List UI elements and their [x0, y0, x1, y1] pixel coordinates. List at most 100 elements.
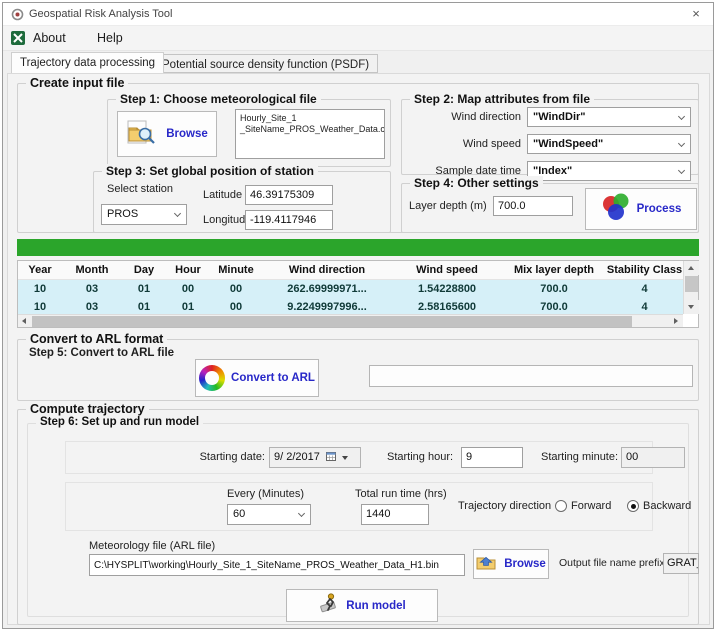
- latitude-label: Latitude: [203, 189, 242, 201]
- run-model-label: Run model: [346, 600, 405, 612]
- col-minute: Minute: [210, 261, 262, 279]
- chevron-down-icon: [342, 456, 348, 460]
- col-day: Day: [122, 261, 166, 279]
- col-mix-layer-depth: Mix layer depth: [502, 261, 606, 279]
- cell: 03: [62, 280, 122, 298]
- starting-hour-label: Starting hour:: [387, 451, 453, 463]
- total-run-time-label: Total run time (hrs): [355, 488, 447, 500]
- forward-label: Forward: [571, 500, 611, 512]
- starting-hour-field[interactable]: 9: [461, 447, 523, 468]
- scroll-right-icon[interactable]: [669, 315, 683, 327]
- runner-icon: [318, 592, 340, 619]
- col-month: Month: [62, 261, 122, 279]
- station-select[interactable]: PROS: [101, 204, 187, 225]
- horizontal-scroll-thumb[interactable]: [32, 316, 632, 327]
- wind-direction-label: Wind direction: [407, 111, 521, 123]
- backward-radio[interactable]: [627, 500, 639, 512]
- convert-to-arl-button[interactable]: Convert to ARL: [195, 359, 319, 397]
- step2-title: Step 2: Map attributes from file: [410, 92, 594, 106]
- rgb-spheres-icon: [601, 193, 631, 226]
- close-icon[interactable]: ×: [679, 3, 713, 26]
- vertical-scroll-thumb[interactable]: [685, 276, 698, 292]
- backward-label: Backward: [643, 500, 691, 512]
- latitude-field[interactable]: 46.39175309: [245, 185, 333, 205]
- scroll-left-icon[interactable]: [18, 315, 32, 327]
- browse-arl-label: Browse: [504, 558, 546, 570]
- wind-speed-select[interactable]: "WindSpeed": [527, 134, 691, 154]
- chevron-down-icon: [678, 167, 685, 174]
- chevron-down-icon: [298, 510, 305, 517]
- layer-depth-field[interactable]: 700.0: [493, 196, 573, 216]
- tab-trajectory-data-processing[interactable]: Trajectory data processing: [11, 52, 164, 73]
- starting-date-label: Starting date:: [165, 451, 265, 463]
- tab-strip: Trajectory data processing Potential sou…: [3, 51, 713, 74]
- every-minutes-select[interactable]: 60: [227, 504, 311, 525]
- scroll-up-icon[interactable]: [684, 261, 699, 275]
- table-row[interactable]: 10 03 01 00 00 262.69999971... 1.5422880…: [18, 280, 683, 298]
- layer-depth-label: Layer depth (m): [409, 200, 487, 212]
- step4-title: Step 4: Other settings: [410, 176, 543, 190]
- starting-date-value: 9/ 2/2017: [274, 451, 320, 463]
- convert-to-arl-label: Convert to ARL: [231, 372, 315, 384]
- total-run-time-field[interactable]: 1440: [361, 504, 429, 525]
- chevron-down-icon: [678, 140, 685, 147]
- title-bar: Geospatial Risk Analysis Tool ×: [3, 3, 713, 26]
- cell: 00: [166, 280, 210, 298]
- weather-data-table[interactable]: Year Month Day Hour Minute Wind directio…: [17, 260, 699, 328]
- table-header-row: Year Month Day Hour Minute Wind directio…: [18, 261, 683, 280]
- chevron-down-icon: [174, 210, 181, 217]
- col-hour: Hour: [166, 261, 210, 279]
- convert-arl-title: Convert to ARL format: [26, 332, 167, 346]
- calendar-icon: [326, 451, 339, 463]
- window-title: Geospatial Risk Analysis Tool: [29, 8, 172, 20]
- met-arl-file-field[interactable]: C:\HYSPLIT\working\Hourly_Site_1_SiteNam…: [89, 554, 465, 576]
- wind-direction-value: "WindDir": [533, 111, 586, 123]
- cell: 10: [18, 280, 62, 298]
- forward-radio[interactable]: [555, 500, 567, 512]
- col-year: Year: [18, 261, 62, 279]
- trajectory-direction-label: Trajectory direction: [458, 500, 551, 512]
- about-app-icon: [11, 31, 25, 45]
- longitude-field[interactable]: -119.4117946: [245, 210, 333, 230]
- menu-about[interactable]: About: [29, 30, 70, 46]
- output-prefix-field[interactable]: GRAT_: [663, 553, 699, 574]
- starting-minute-field[interactable]: 00: [621, 447, 685, 468]
- process-label: Process: [637, 203, 682, 215]
- met-csv-file-line2: _SiteName_PROS_Weather_Data.csv: [240, 124, 380, 135]
- step6-title: Step 6: Set up and run model: [36, 416, 203, 428]
- cell: 4: [606, 280, 683, 298]
- folder-arrow-icon: [476, 553, 498, 576]
- met-csv-file-line1: Hourly_Site_1: [240, 113, 380, 124]
- folder-search-icon: [126, 119, 160, 150]
- cell: 700.0: [502, 280, 606, 298]
- tab-psdf[interactable]: Potential source density function (PSDF): [153, 54, 378, 73]
- browse-met-file-label: Browse: [166, 128, 208, 140]
- cell: 262.69999971...: [262, 280, 392, 298]
- starting-minute-label: Starting minute:: [541, 451, 618, 463]
- sample-date-time-select[interactable]: "Index": [527, 161, 691, 181]
- run-model-button[interactable]: Run model: [286, 589, 438, 622]
- browse-met-file-button[interactable]: Browse: [117, 111, 217, 157]
- menu-help[interactable]: Help: [93, 30, 127, 46]
- met-arl-file-label: Meteorology file (ARL file): [89, 540, 215, 552]
- process-button[interactable]: Process: [585, 188, 697, 230]
- vertical-scrollbar[interactable]: [683, 261, 698, 314]
- create-input-file-title: Create input file: [26, 76, 128, 90]
- scroll-down-icon[interactable]: [684, 300, 699, 314]
- horizontal-scrollbar[interactable]: [18, 314, 683, 327]
- process-progress-bar: [17, 239, 699, 256]
- convert-progress-bar: [369, 365, 693, 387]
- step5-label: Step 5: Convert to ARL file: [29, 347, 174, 359]
- wind-speed-value: "WindSpeed": [533, 138, 603, 150]
- output-prefix-label: Output file name prefix: [559, 557, 665, 569]
- menu-bar: About Help: [3, 26, 713, 51]
- wind-direction-select[interactable]: "WindDir": [527, 107, 691, 127]
- select-station-label: Select station: [107, 183, 173, 195]
- browse-arl-button[interactable]: Browse: [473, 549, 549, 579]
- app-window: Geospatial Risk Analysis Tool × About He…: [2, 2, 714, 629]
- chevron-down-icon: [678, 113, 685, 120]
- step3-title: Step 3: Set global position of station: [102, 164, 318, 178]
- every-minutes-label: Every (Minutes): [227, 488, 304, 500]
- met-csv-file-field[interactable]: Hourly_Site_1 _SiteName_PROS_Weather_Dat…: [235, 109, 385, 159]
- starting-date-picker[interactable]: 9/ 2/2017: [269, 447, 361, 468]
